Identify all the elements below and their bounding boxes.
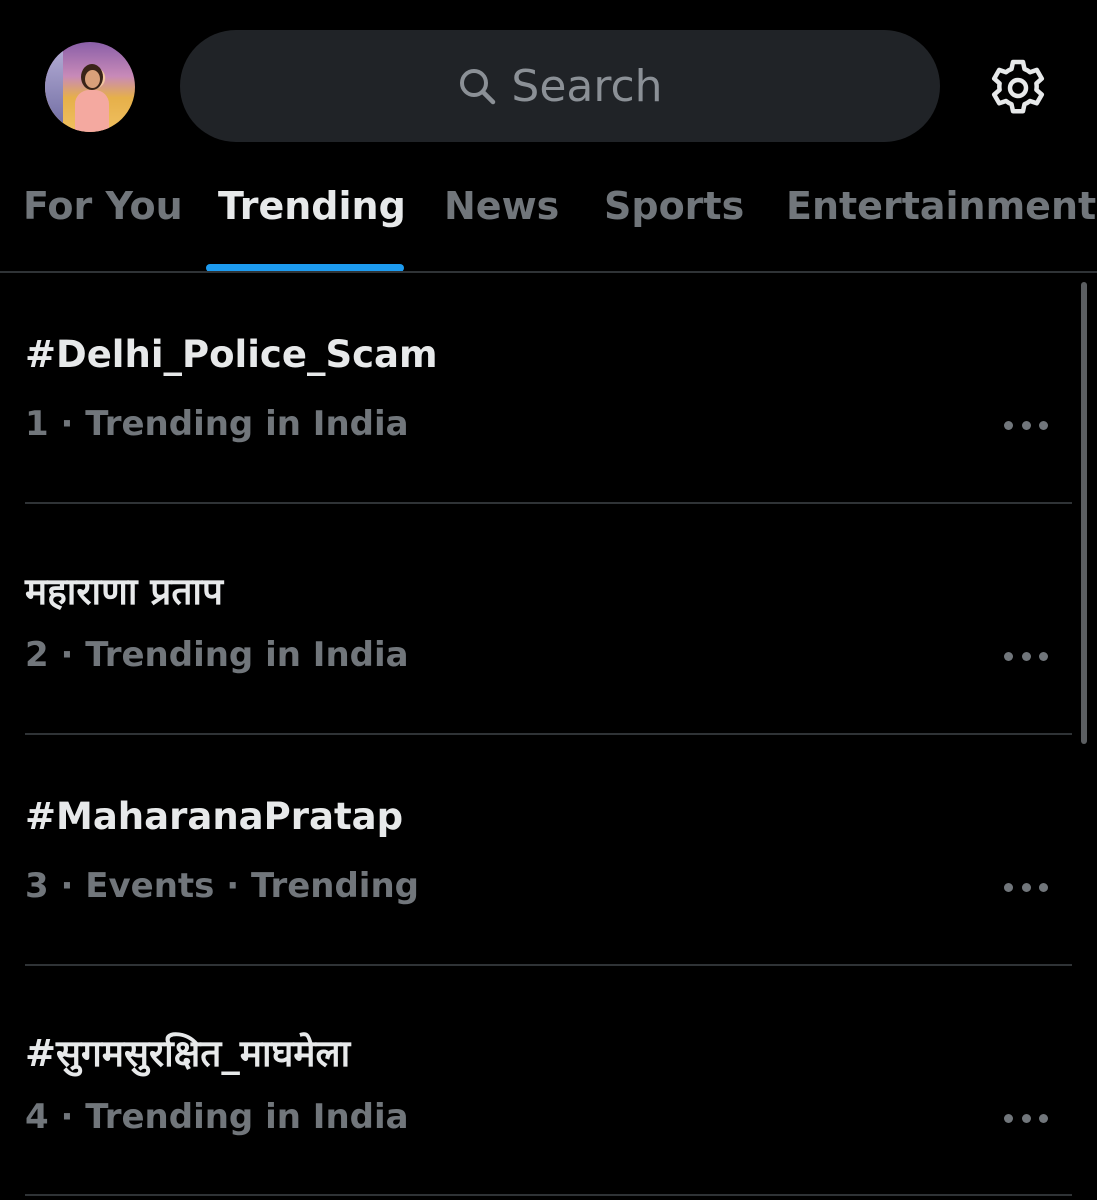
tab-bar: For You Trending News Sports Entertainme… [0,180,1097,240]
trend-meta: 2 · Trending in India [25,635,409,675]
trend-meta: 3 · Events · Trending [25,866,420,906]
more-options-icon[interactable] [1004,418,1048,432]
trend-item[interactable]: महाराणा प्रताप 2 · Trending in India [0,504,1097,734]
search-input[interactable]: Search [180,30,940,142]
tab-sports[interactable]: Sports [604,184,744,228]
more-options-icon[interactable] [1004,1111,1048,1125]
trend-title: महाराणा प्रताप [25,570,224,613]
trend-item[interactable]: #Delhi_Police_Scam 1 · Trending in India [0,273,1097,503]
tab-for-you[interactable]: For You [23,184,183,228]
trend-meta: 4 · Trending in India [25,1097,409,1137]
tab-trending[interactable]: Trending [218,184,406,228]
scrollbar[interactable] [1081,282,1087,744]
more-options-icon[interactable] [1004,649,1048,663]
more-options-icon[interactable] [1004,880,1048,894]
divider [25,1194,1072,1196]
trend-title: #Delhi_Police_Scam [25,333,438,376]
avatar-background [45,42,63,132]
search-icon [457,66,497,106]
tab-news[interactable]: News [444,184,559,228]
trend-title: #MaharanaPratap [25,795,404,838]
trend-meta: 1 · Trending in India [25,404,409,444]
search-content: Search [457,60,663,112]
trend-title: #सुगमसुरक्षित_माघमेला [25,1032,351,1075]
search-placeholder: Search [511,60,663,112]
tab-entertainment[interactable]: Entertainment [786,184,1096,228]
avatar-figure [75,90,109,132]
avatar[interactable] [45,42,135,132]
gear-icon[interactable] [986,56,1050,120]
trend-item[interactable]: #MaharanaPratap 3 · Events · Trending [0,735,1097,965]
avatar-face [85,70,100,88]
trend-item[interactable]: #सुगमसुरक्षित_माघमेला 4 · Trending in In… [0,966,1097,1196]
top-bar: Search For You Trending News Sports Ente… [0,0,1097,273]
